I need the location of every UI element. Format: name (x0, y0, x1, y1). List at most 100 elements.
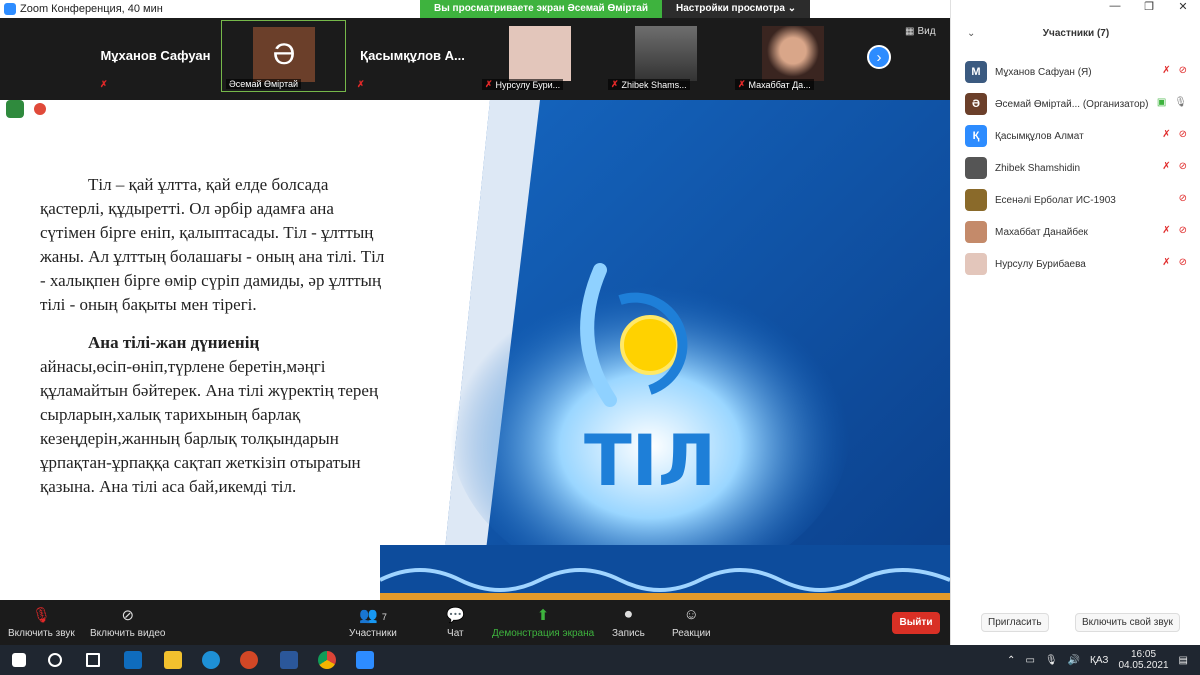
window-controls: — ❐ ✕ (1098, 0, 1200, 18)
windows-start-icon[interactable] (12, 653, 26, 667)
tile-name: Қасымқұлов А... (360, 48, 465, 63)
view-settings-button[interactable]: Настройки просмотра ⌄ (662, 0, 811, 18)
next-page-button[interactable]: › (867, 45, 891, 69)
word-icon[interactable] (280, 651, 298, 669)
unmute-me-button[interactable]: Включить свой звук (1075, 613, 1180, 632)
mic-muted-icon: ✗ (738, 79, 746, 89)
minimize-icon[interactable]: — (1098, 0, 1132, 18)
chat-button[interactable]: 💬 Чат (446, 606, 465, 639)
battery-icon[interactable]: ▭ (1025, 655, 1034, 666)
video-off-icon: ⊘ (1178, 225, 1187, 236)
participant-name: Махаббат Данайбек (995, 226, 1088, 238)
record-button[interactable]: ⏺ Запись (612, 606, 645, 639)
avatar: М (965, 61, 987, 83)
mic-muted-icon: ✗ (611, 79, 619, 89)
recording-icon (34, 103, 46, 115)
participant-name: Нурсулу Бурибаева (995, 258, 1086, 270)
video-off-icon: ⊘ (1178, 161, 1187, 172)
participant-row[interactable]: Нурсулу Бурибаева ✗ ⊘ (951, 248, 1200, 280)
tile-label: Әсемай Өміртай (226, 79, 302, 89)
avatar: Ә (253, 27, 315, 82)
participant-row[interactable]: Махаббат Данайбек ✗ ⊘ (951, 216, 1200, 248)
start-video-button[interactable]: ⊘ Включить видео (90, 606, 166, 639)
edge-icon[interactable] (202, 651, 220, 669)
mic-muted-icon: 🎙 (31, 607, 51, 624)
tile-label: ✗ (97, 79, 111, 90)
slide-paragraph-2: Ана тілі-жан дүниенің (88, 333, 260, 352)
mic-muted-icon: ✗ (357, 79, 365, 89)
video-thumbnail (635, 26, 697, 81)
unmute-button[interactable]: 🎙 Включить звук (8, 606, 75, 639)
participant-row[interactable]: М Мұханов Сафуан (Я) ✗ ⊘ (951, 56, 1200, 88)
video-tile-makhabbat[interactable]: ✗ Махаббат Да... (731, 20, 856, 92)
powerpoint-icon[interactable] (240, 651, 258, 669)
windows-taskbar: ⌃ ▭ 🎙 🔊 ҚАЗ 16:05 04.05.2021 ▤ (0, 645, 1200, 675)
participant-row[interactable]: Есенәлі Ерболат ИС-1903 ⊘ (951, 184, 1200, 216)
maximize-icon[interactable]: ❐ (1132, 0, 1166, 18)
mic-muted-icon: ✗ (1162, 257, 1171, 268)
close-icon[interactable]: ✕ (1166, 0, 1200, 18)
participant-name: Әсемай Өміртай... (Организатор) (995, 98, 1149, 110)
participant-row[interactable]: Қ Қасымқұлов Алмат ✗ ⊘ (951, 120, 1200, 152)
reactions-icon: ☺ (683, 606, 699, 623)
volume-icon[interactable]: 🔊 (1068, 655, 1080, 666)
participant-name: Zhibek Shamshidin (995, 162, 1081, 174)
participants-list: М Мұханов Сафуан (Я) ✗ ⊘ Ә Әсемай Өміртай… (951, 56, 1200, 280)
notification-icon[interactable]: ▤ (1179, 655, 1188, 666)
mic-muted-icon: ✗ (1162, 161, 1171, 172)
search-icon[interactable] (48, 653, 62, 667)
zoom-taskbar-icon[interactable] (356, 651, 374, 669)
mic-icon: 🎙 (1174, 97, 1187, 108)
participant-name: Мұханов Сафуан (Я) (995, 66, 1092, 78)
slide-graphic: ТІЛ (380, 100, 950, 600)
chevron-up-icon[interactable]: ⌃ (1007, 655, 1015, 666)
participants-icon: 👥 7 (358, 607, 387, 624)
file-explorer-icon[interactable] (164, 651, 182, 669)
tile-name: Мұханов Сафуан (100, 48, 211, 63)
video-tile-kasymkulov[interactable]: Қасымқұлов А... ✗ (350, 20, 475, 92)
mic-icon[interactable]: 🎙 (1045, 655, 1058, 666)
share-notice: Вы просматриваете экран Әсемай Өміртай (420, 0, 663, 18)
participant-row[interactable]: Ә Әсемай Өміртай... (Организатор) ▣ 🎙 (951, 88, 1200, 120)
video-off-icon: ⊘ (1178, 193, 1187, 204)
tile-label: ✗ Махаббат Да... (735, 79, 814, 90)
leave-button[interactable]: Выйти (892, 612, 940, 634)
mic-muted-icon: ✗ (100, 79, 108, 89)
participants-button[interactable]: 👥 7 Участники (349, 606, 397, 639)
mic-muted-icon: ✗ (1162, 225, 1171, 236)
chrome-icon[interactable] (318, 651, 336, 669)
avatar (965, 189, 987, 211)
tile-label: ✗ Нурсулу Бури... (482, 79, 564, 90)
share-screen-button[interactable]: ⬆ Демонстрация экрана (492, 606, 594, 639)
avatar (965, 157, 987, 179)
mic-muted-icon: ✗ (1162, 65, 1171, 76)
participants-panel: — ❐ ✕ ⌄ Участники (7) М Мұханов Сафуан (… (950, 0, 1200, 645)
slide-paragraph-1: Тіл – қай ұлтта, қай елде болсада қастер… (40, 175, 385, 314)
language-indicator[interactable]: ҚАЗ (1090, 655, 1108, 666)
avatar: Ә (965, 93, 987, 115)
clock[interactable]: 16:05 04.05.2021 (1118, 649, 1168, 671)
system-tray: ⌃ ▭ 🎙 🔊 ҚАЗ 16:05 04.05.2021 ▤ (1007, 649, 1188, 671)
view-button[interactable]: ▦ Вид (905, 26, 936, 37)
video-tile-mukhanov[interactable]: Мұханов Сафуан ✗ (93, 20, 218, 92)
security-shield-icon[interactable] (6, 100, 24, 118)
video-strip: Мұханов Сафуан ✗ Ә Әсемай Өміртай Қасымқ… (0, 18, 950, 100)
participant-row[interactable]: Zhibek Shamshidin ✗ ⊘ (951, 152, 1200, 184)
video-tile-asemay[interactable]: Ә Әсемай Өміртай (221, 20, 346, 92)
reactions-button[interactable]: ☺ Реакции (672, 606, 711, 639)
task-view-icon[interactable] (86, 653, 100, 667)
panel-title: Участники (7) (1042, 28, 1110, 39)
participant-name: Есенәлі Ерболат ИС-1903 (995, 194, 1116, 206)
shared-screen: Тіл – қай ұлтта, қай елде болсада қастер… (0, 100, 950, 600)
video-off-icon: ⊘ (121, 607, 135, 624)
video-off-icon: ⊘ (1178, 129, 1187, 140)
mail-icon[interactable] (124, 651, 142, 669)
video-tile-nursulu[interactable]: ✗ Нурсулу Бури... (478, 20, 603, 92)
mic-muted-icon: ✗ (1162, 129, 1171, 140)
video-thumbnail (509, 26, 571, 81)
avatar (965, 221, 987, 243)
invite-button[interactable]: Пригласить (981, 613, 1049, 632)
share-screen-icon: ⬆ (536, 607, 550, 624)
meeting-toolbar: 🎙 Включить звук ⊘ Включить видео 👥 7 Уча… (0, 600, 950, 645)
video-tile-zhibek[interactable]: ✗ Zhibek Shams... (604, 20, 729, 92)
